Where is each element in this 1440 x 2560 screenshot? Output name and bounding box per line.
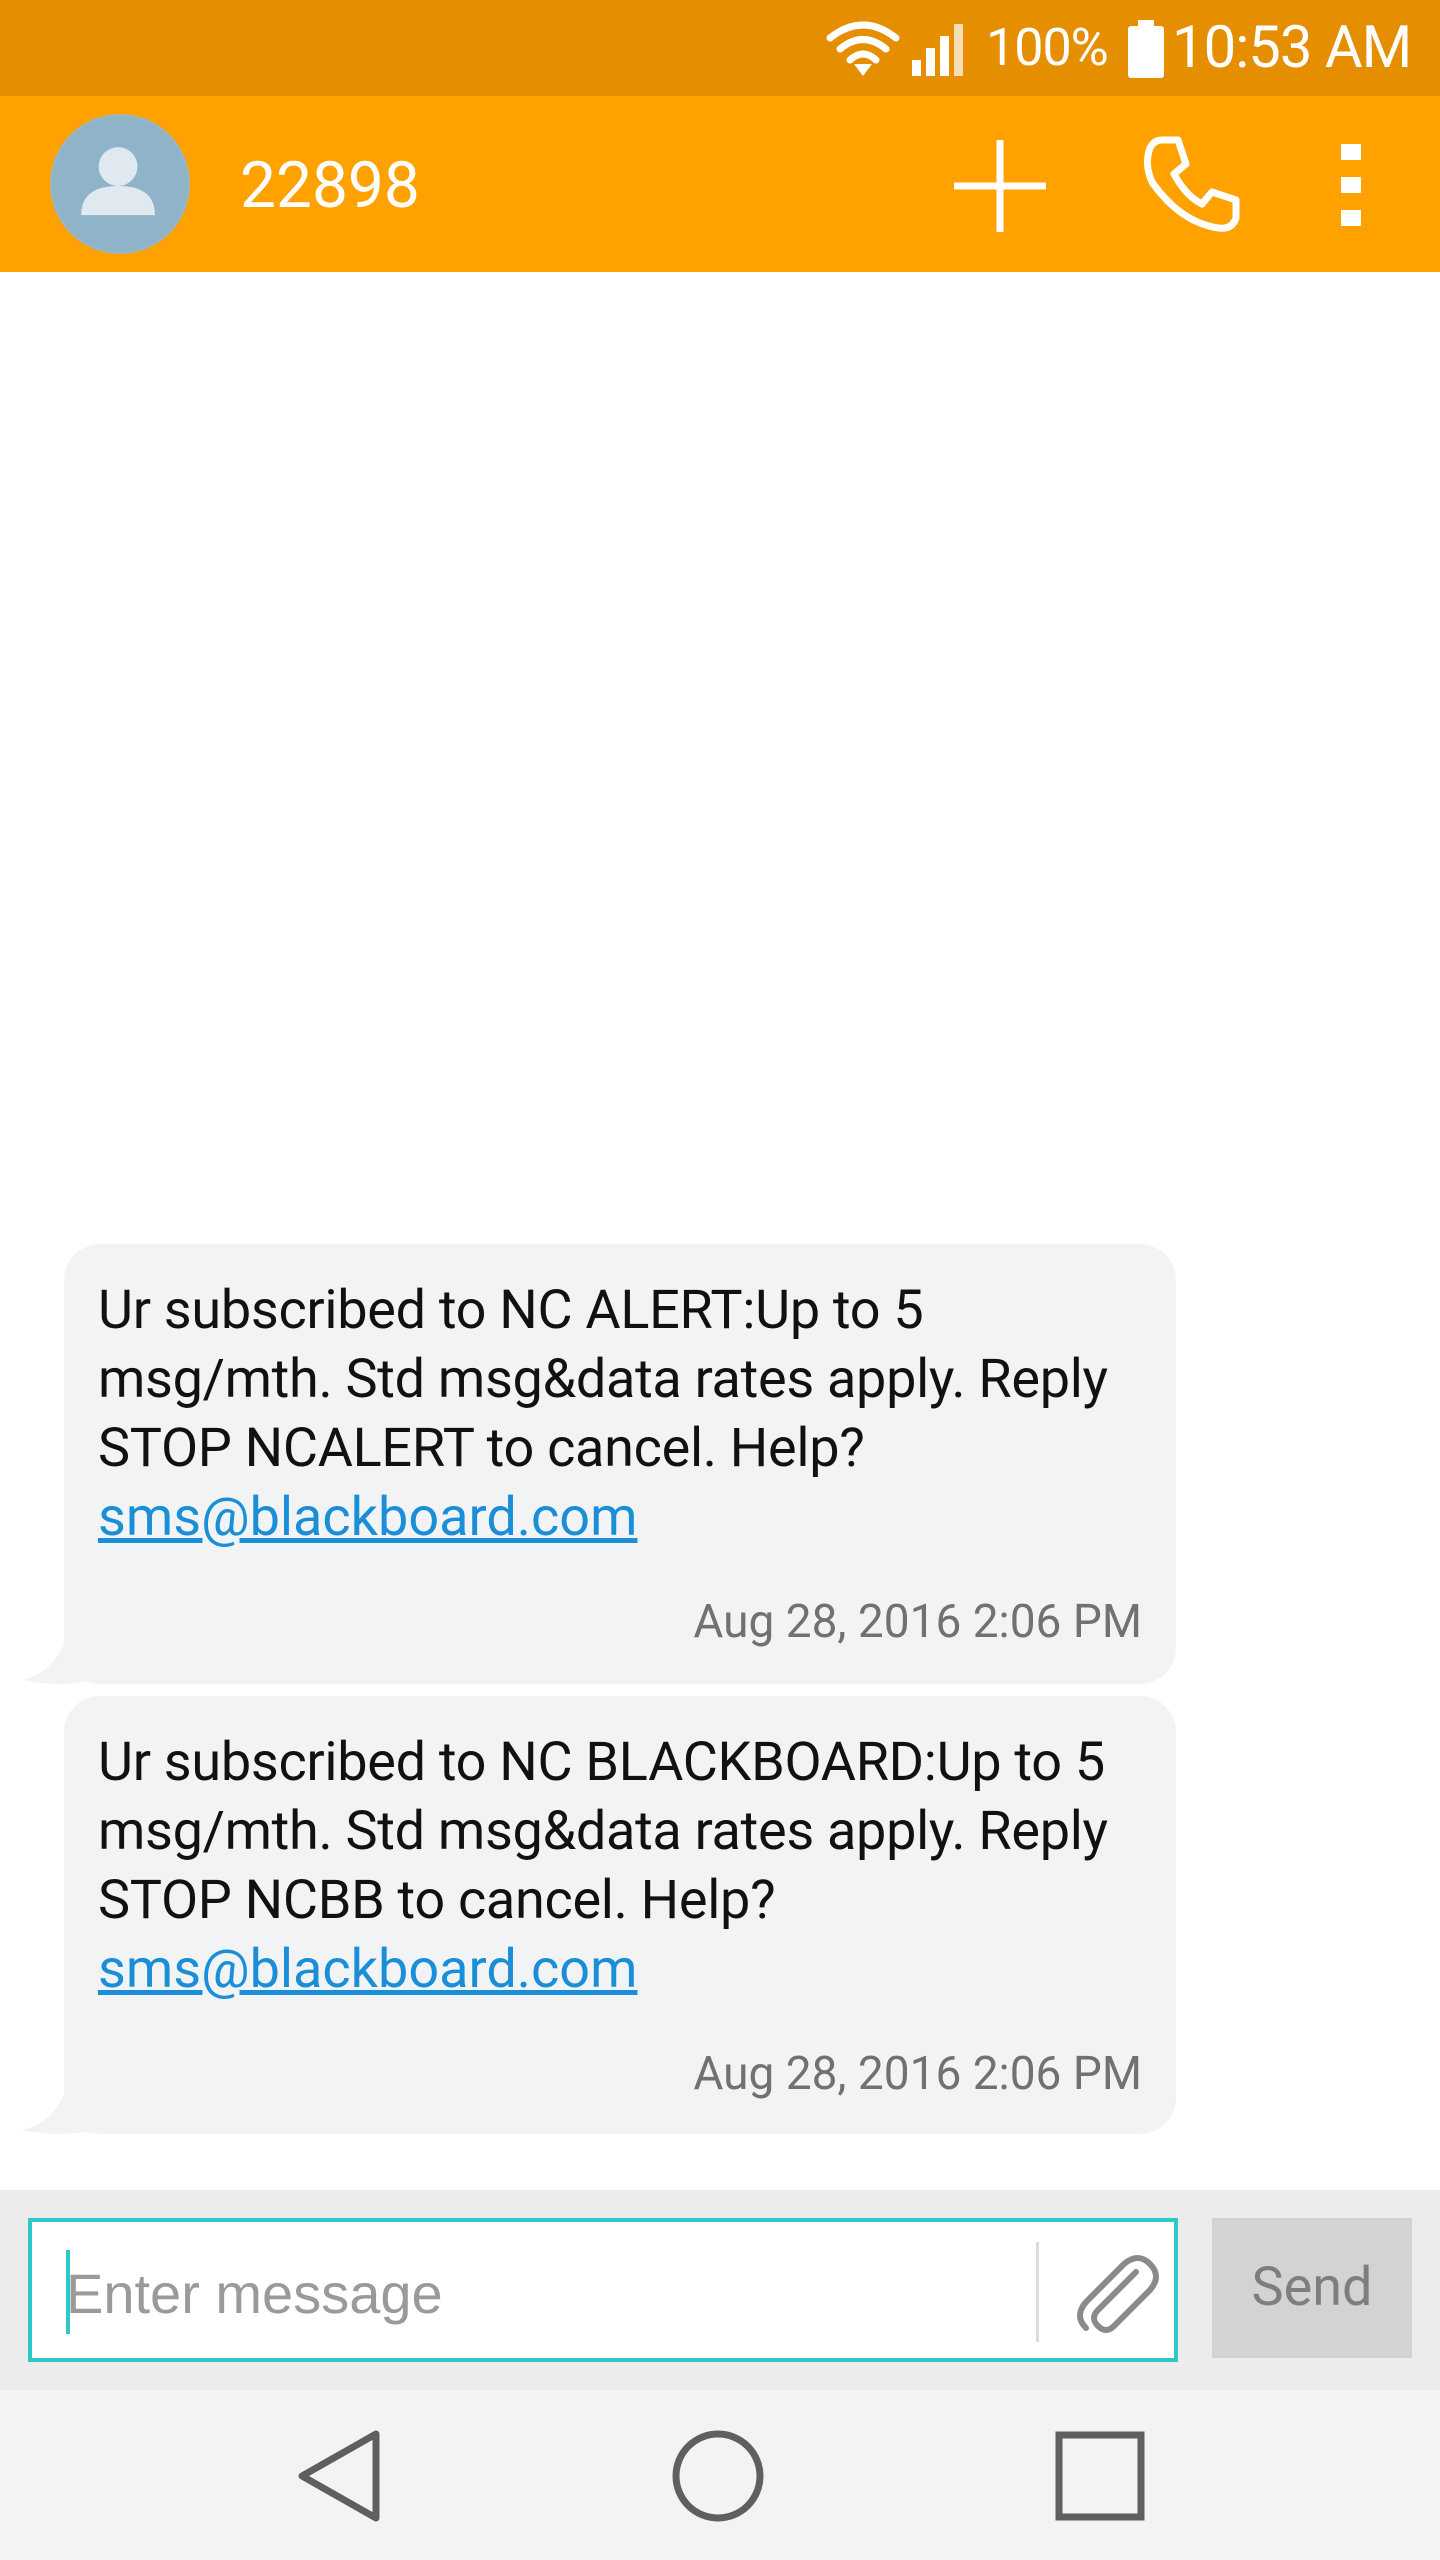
contact-title[interactable]: 22898 [240, 148, 420, 224]
nav-bar [0, 2390, 1440, 2560]
more-icon[interactable] [1326, 140, 1376, 230]
status-time: 10:53 AM [1172, 14, 1412, 82]
add-icon[interactable] [950, 136, 1050, 236]
status-bar: 100% 10:53 AM [0, 0, 1440, 96]
send-button[interactable]: Send [1212, 2218, 1412, 2358]
home-icon[interactable] [670, 2428, 766, 2524]
compose-divider [1036, 2242, 1039, 2342]
battery-icon [1128, 20, 1164, 78]
message-time: Aug 28, 2016 2:06 PM [693, 1595, 1142, 1649]
recents-icon[interactable] [1054, 2430, 1146, 2522]
avatar[interactable] [50, 114, 190, 254]
battery-percent: 100% [986, 17, 1109, 78]
message-link[interactable]: sms@blackboard.com [98, 1483, 1142, 1552]
avatar-icon [81, 147, 155, 216]
message-link[interactable]: sms@blackboard.com [98, 1935, 1142, 2004]
signal-icon [912, 24, 963, 76]
message-time: Aug 28, 2016 2:06 PM [693, 2047, 1142, 2101]
back-icon[interactable] [292, 2426, 388, 2526]
call-icon[interactable] [1140, 134, 1240, 234]
app-bar: 22898 [0, 96, 1440, 272]
wifi-icon [826, 21, 900, 76]
attach-icon[interactable] [1062, 2242, 1162, 2342]
message-text: Ur subscribed to NC ALERT:Up to 5 msg/mt… [98, 1279, 1108, 1480]
message-text: Ur subscribed to NC BLACKBOARD:Up to 5 m… [98, 1731, 1108, 1932]
message-bubble[interactable]: Ur subscribed to NC ALERT:Up to 5 msg/mt… [64, 1244, 1176, 1684]
message-input[interactable] [64, 2252, 1028, 2334]
message-bubble[interactable]: Ur subscribed to NC BLACKBOARD:Up to 5 m… [64, 1696, 1176, 2134]
compose-box[interactable] [28, 2218, 1178, 2362]
compose-bar: Send [0, 2190, 1440, 2390]
